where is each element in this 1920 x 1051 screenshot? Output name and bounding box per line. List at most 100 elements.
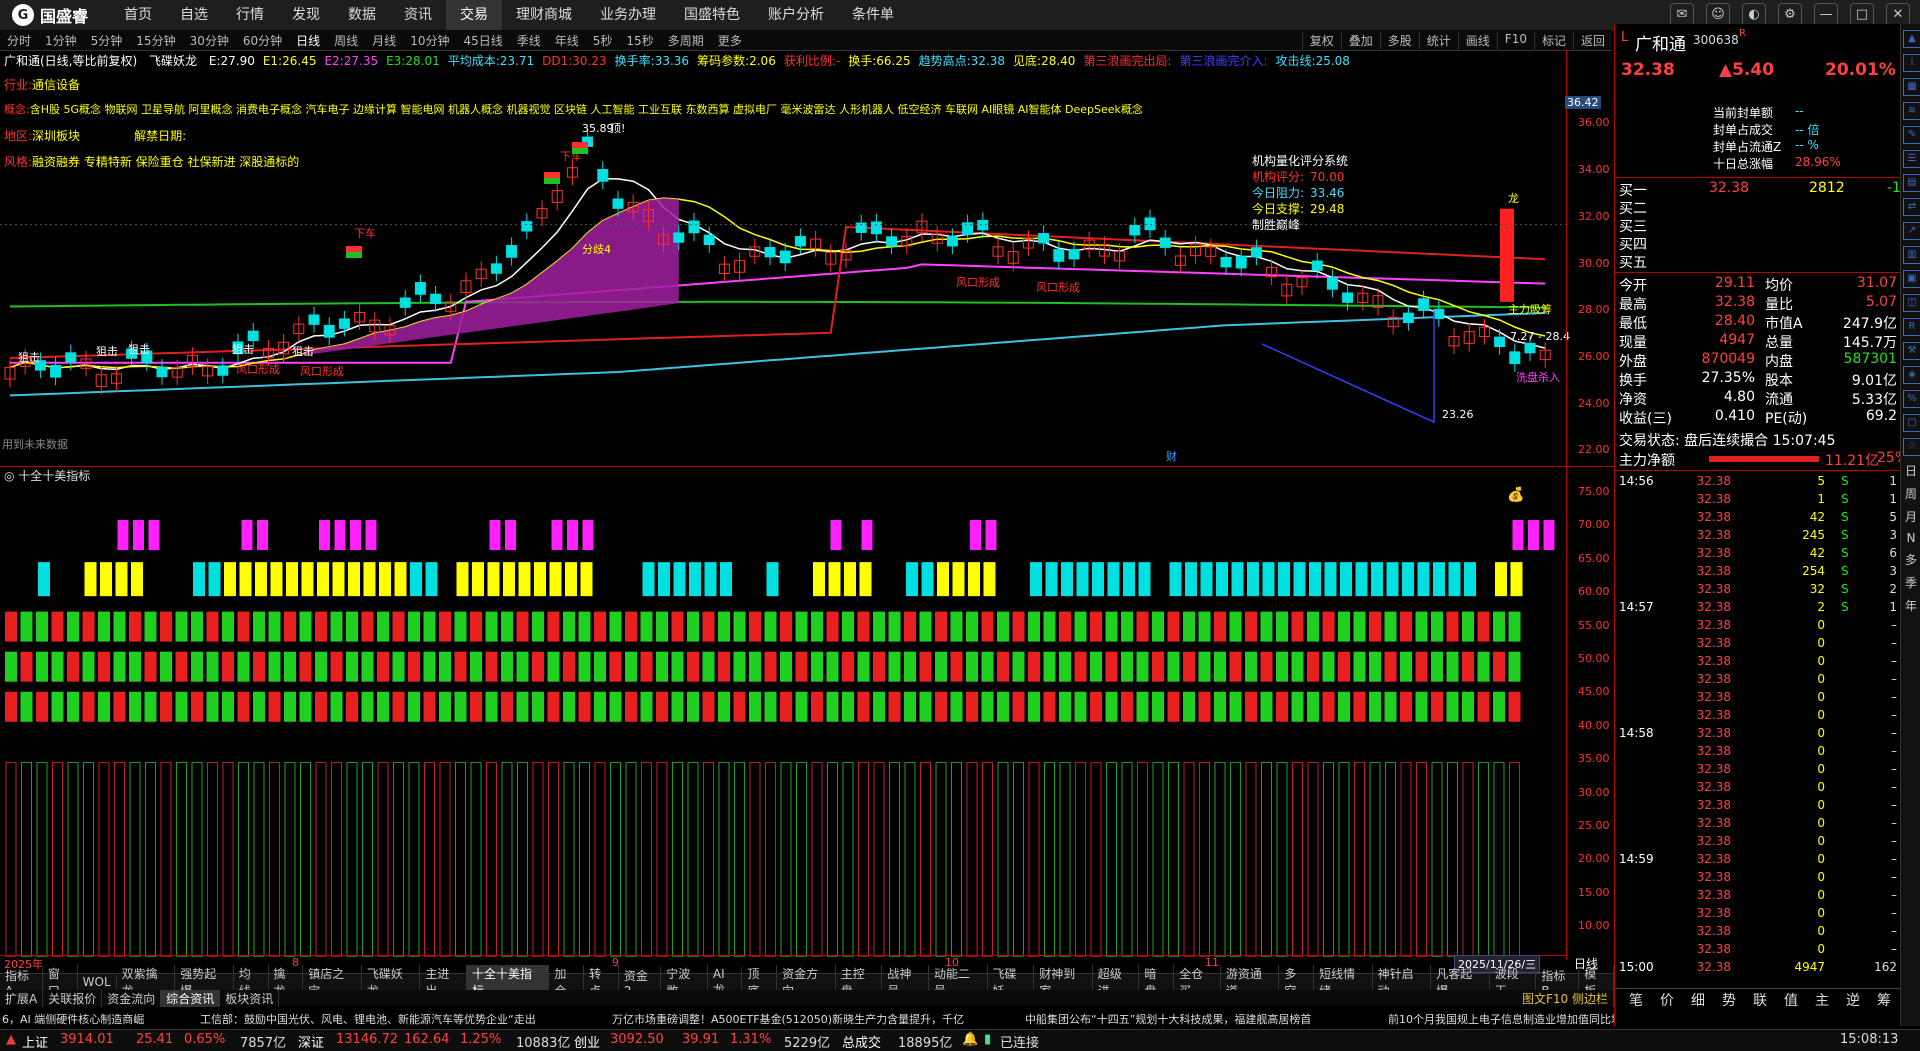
period-1[interactable]: 1分钟 [38,32,84,49]
chart-tool-7[interactable]: 返回 [1572,31,1612,49]
menu-item-2[interactable]: 行情 [222,0,278,30]
chart-tool-5[interactable]: F10 [1496,31,1534,49]
tick-price: 32.38 [1696,798,1731,812]
side-period[interactable]: 日 [1901,462,1920,479]
rg-bar [361,691,374,722]
note-icon[interactable]: ✎ [1903,126,1920,144]
quote-tab[interactable]: 价 [1660,990,1674,1010]
chart-tool-2[interactable]: 多股 [1379,31,1419,49]
bell-icon[interactable]: 🔔 [962,1032,978,1047]
quote-tab[interactable]: 笔 [1629,990,1643,1010]
quote-tab[interactable]: 联 [1753,990,1767,1010]
period-6[interactable]: 日线 [289,32,327,49]
news-item[interactable]: 中船集团公布“十四五”规划十大科技成果，福建舰高居榜首 [1025,1011,1311,1027]
period-2[interactable]: 5分钟 [84,32,130,49]
period-10[interactable]: 45日线 [456,32,509,49]
trend-icon[interactable]: ↗ [1903,222,1920,240]
info-tab[interactable]: 板块资讯 [220,989,280,1007]
kline-chart[interactable]: 下车下车狙击 狙击 狙击 狙击 狙击风口形成 风口形成风口形成 风口形成分歧435.89顶!… [0,50,1572,466]
indicator-tab[interactable]: WOL [78,975,117,989]
side-period[interactable]: N [1901,531,1920,545]
rsi-icon[interactable]: R [1903,318,1920,336]
quote-tab[interactable]: 细 [1691,990,1705,1010]
tool-icon[interactable]: ⚒ [1903,342,1920,360]
quote-tab[interactable]: 势 [1722,990,1736,1010]
chart-tool-4[interactable]: 画线 [1457,31,1497,49]
chart-icon[interactable]: ≋ [1903,102,1920,120]
news-item[interactable]: 工信部：鼓励中国光伏、风电、锂电池、新能源汽车等优势企业“走出 [200,1011,536,1027]
quote-tab[interactable]: 筹 [1877,990,1891,1010]
period-8[interactable]: 月线 [365,32,403,49]
info-icon[interactable]: i [1903,54,1920,72]
side-period[interactable]: 多 [1901,551,1920,568]
quote-tab[interactable]: 逆 [1846,990,1860,1010]
app-logo[interactable]: G 国盛睿 [12,3,88,27]
doc-icon[interactable]: ▢ [1903,414,1920,432]
side-period[interactable]: 年 [1901,597,1920,614]
menu-item-5[interactable]: 资讯 [390,0,446,30]
indicator-chart[interactable] [0,484,1572,960]
buy-level-row[interactable]: 买二 [1615,198,1901,217]
chart-tool-3[interactable]: 统计 [1418,31,1458,49]
f10-sidebar-tab[interactable]: 图文F10 侧边栏 [1517,989,1614,1007]
compare-icon[interactable]: ⇄ [1903,198,1920,216]
calendar-icon[interactable]: ▣ [1903,270,1920,288]
period-9[interactable]: 10分钟 [403,32,456,49]
table-icon[interactable]: ▥ [1903,246,1920,264]
star-icon[interactable]: ☆ [1903,438,1920,456]
period-14[interactable]: 15秒 [619,32,660,49]
menu-item-4[interactable]: 数据 [334,0,390,30]
side-period[interactable]: 季 [1901,574,1920,591]
menu-item-9[interactable]: 国盛特色 [670,0,754,30]
rg-bar [1260,651,1273,682]
sh-label[interactable]: 上证 [22,1032,48,1051]
buy-level-row[interactable]: 买五 [1615,252,1901,271]
period-13[interactable]: 5秒 [586,32,620,49]
period-4[interactable]: 30分钟 [183,32,236,49]
book-icon[interactable]: ◫ [1903,294,1920,312]
document-icon[interactable]: ▤ [1903,174,1920,192]
menu-item-0[interactable]: 首页 [110,0,166,30]
quote-tab[interactable]: 值 [1784,990,1798,1010]
info-tab[interactable]: 综合资讯 [161,989,221,1007]
chart-tool-1[interactable]: 叠加 [1340,31,1380,49]
arrow-up-icon[interactable]: ▲ [1903,30,1920,48]
layers-icon[interactable]: ◈ [1903,366,1920,384]
period-3[interactable]: 15分钟 [129,32,182,49]
info-tab[interactable]: 扩展A [0,989,44,1007]
chart-tool-0[interactable]: 复权 [1301,31,1341,49]
menu-item-8[interactable]: 业务办理 [586,0,670,30]
buy-level-row[interactable]: 买三 [1615,216,1901,235]
rg-bar [1415,651,1428,682]
chart-tool-6[interactable]: 标记 [1533,31,1573,49]
list-icon[interactable]: ☰ [1903,150,1920,168]
percent-icon[interactable]: % [1903,390,1920,408]
period-0[interactable]: 分时 [0,32,38,49]
period-12[interactable]: 年线 [548,32,586,49]
menu-item-11[interactable]: 条件单 [838,0,908,30]
money-bag-icon[interactable]: 💰 [1507,487,1524,503]
info-tab[interactable]: 关联报价 [43,989,103,1007]
period-11[interactable]: 季线 [510,32,548,49]
menu-item-6[interactable]: 交易 [446,0,503,30]
menu-item-1[interactable]: 自选 [166,0,222,30]
grid-icon[interactable]: ▦ [1903,78,1920,96]
period-16[interactable]: 更多 [711,32,749,49]
info-tab[interactable]: 资金流向 [102,989,162,1007]
quote-tab[interactable]: 主 [1815,990,1829,1010]
sub-panel-title[interactable]: ◎ 十全十美指标 [4,467,90,484]
buy-level-row[interactable]: 买四 [1615,234,1901,253]
menu-item-7[interactable]: 理财商城 [502,0,586,30]
side-period[interactable]: 月 [1901,508,1920,525]
cy-label[interactable]: 创业 [574,1032,600,1051]
menu-item-3[interactable]: 发现 [278,0,334,30]
period-15[interactable]: 多周期 [661,32,711,49]
period-5[interactable]: 60分钟 [236,32,289,49]
side-period[interactable]: 周 [1901,485,1920,502]
sz-label[interactable]: 深证 [298,1032,324,1051]
period-7[interactable]: 周线 [327,32,365,49]
menu-item-10[interactable]: 账户分析 [754,0,838,30]
news-item[interactable]: 6，AI 端侧硬件核心制造商崛 [2,1011,144,1027]
news-item[interactable]: 万亿市场重磅调整！A500ETF基金(512050)新晓生产力含量提升，千亿 [612,1011,964,1027]
buy-level-row[interactable]: 买一 32.38 2812 -1 [1615,180,1901,199]
